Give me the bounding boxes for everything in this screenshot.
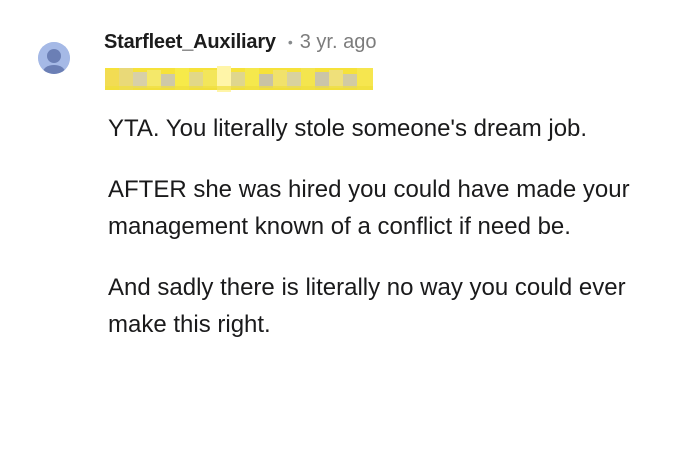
redacted-user-flair [105,66,373,92]
comment-header: Starfleet_Auxiliary • 3 yr. ago [104,28,376,56]
comment-body: YTA. You literally stole someone's dream… [108,110,668,343]
redacted-flair-pixels [105,66,373,92]
meta-separator: • [287,34,293,50]
user-avatar[interactable] [38,42,70,74]
comment: Starfleet_Auxiliary • 3 yr. ago YTA. You… [0,0,700,460]
username-link[interactable]: Starfleet_Auxiliary [104,31,276,54]
comment-timestamp[interactable]: 3 yr. ago [300,31,377,54]
comment-paragraph: AFTER she was hired you could have made … [108,176,630,240]
comment-paragraph: And sadly there is literally no way you … [108,274,626,338]
default-avatar-icon [38,42,70,74]
comment-paragraph: YTA. You literally stole someone's dream… [108,115,588,142]
